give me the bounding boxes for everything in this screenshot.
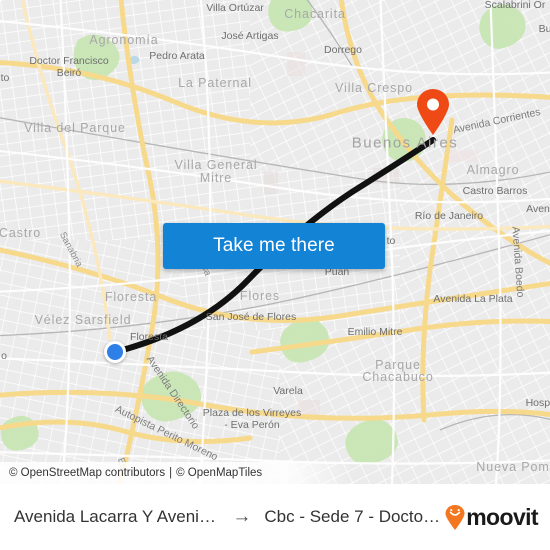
map-attribution: © OpenStreetMap contributors | © OpenMap… bbox=[0, 462, 550, 484]
moovit-pin-icon bbox=[445, 504, 465, 530]
moovit-trip-map-screen: Villa Ortúzar Chacarita Scalabrini Or Agron… bbox=[0, 0, 550, 550]
route-destination-label[interactable]: Cbc - Sede 7 - Doctor … bbox=[264, 507, 445, 527]
origin-marker[interactable] bbox=[104, 341, 126, 363]
take-me-there-button[interactable]: Take me there bbox=[163, 223, 385, 269]
attribution-maptiles[interactable]: © OpenMapTiles bbox=[176, 467, 262, 479]
route-origin-label[interactable]: Avenida Lacarra Y Avenid… bbox=[14, 507, 219, 527]
map-pin-icon bbox=[417, 89, 449, 135]
map-canvas[interactable]: Villa Ortúzar Chacarita Scalabrini Or Agron… bbox=[0, 0, 550, 484]
moovit-wordmark: moovit bbox=[466, 503, 538, 530]
cta-label: Take me there bbox=[213, 235, 335, 256]
arrow-right-icon: → bbox=[232, 506, 252, 527]
attribution-osm[interactable]: © OpenStreetMap contributors bbox=[9, 467, 165, 479]
moovit-logo[interactable]: moovit bbox=[445, 503, 539, 531]
attribution-separator: | bbox=[169, 467, 173, 479]
trip-summary-bar: Avenida Lacarra Y Avenid… → Cbc - Sede 7… bbox=[0, 484, 550, 550]
destination-marker[interactable] bbox=[416, 89, 450, 140]
